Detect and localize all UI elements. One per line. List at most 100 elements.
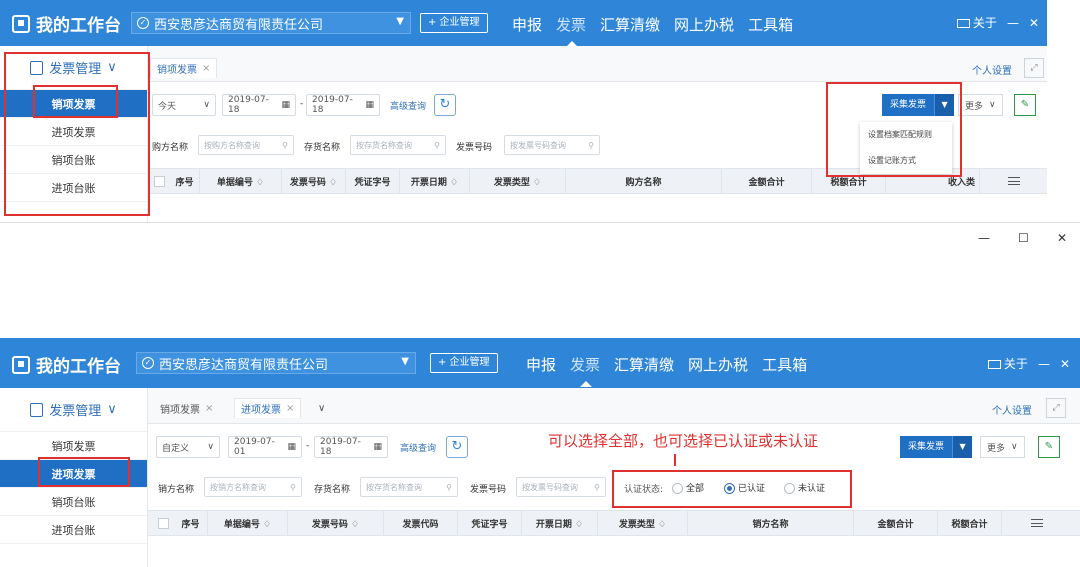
col-buyer-name[interactable]: 购方名称 [566,169,722,193]
col-amount-total[interactable]: 金额合计 [722,169,812,193]
collect-invoice-button[interactable]: 采集发票 ▼ [900,436,973,458]
nav-settlement[interactable]: 汇算清缴 [600,14,660,35]
col-voucher[interactable]: 凭证字号 [458,511,522,535]
close-icon[interactable]: × [205,403,213,414]
company-selector[interactable]: ✓ 西安思彦达商贸有限责任公司 ▼ [131,12,411,34]
enterprise-manage-button[interactable]: + 企业管理 [430,353,498,373]
minimize-button[interactable]: — [1007,16,1019,30]
collect-invoice-label[interactable]: 采集发票 [900,436,953,458]
col-invoice-date[interactable]: 开票日期 ♢ [522,511,598,535]
col-invoice-type[interactable]: 发票类型 ♢ [598,511,688,535]
expand-icon[interactable]: ⤢ [1024,58,1044,78]
date-range-select[interactable]: 今天 ∨ [152,94,216,116]
close-button[interactable]: ✕ [1029,16,1039,30]
col-index[interactable]: 序号 [170,169,200,193]
col-invoice-type[interactable]: 发票类型 ♢ [470,169,566,193]
nav-toolbox[interactable]: 工具箱 [748,14,793,35]
nav-toolbox[interactable]: 工具箱 [762,354,807,375]
invoice-number-search[interactable]: 按发票号码查询 ⚲ [516,477,606,497]
tab-label: 销项发票 [160,404,200,416]
col-invoice-number[interactable]: 发票号码 ♢ [288,511,384,535]
col-doc-number[interactable]: 单据编号 ♢ [200,169,282,193]
col-invoice-code[interactable]: 发票代码 [384,511,458,535]
search-icon: ⚲ [446,482,452,492]
about-link[interactable]: 关于 [987,355,1028,372]
company-selector[interactable]: ✓ 西安思彦达商贸有限责任公司 ▼ [136,352,416,374]
app-header: 我的工作台 ✓ 西安思彦达商贸有限责任公司 ▼ + 企业管理 申报 发票 汇算清缴 … [0,338,1080,388]
nav-invoice[interactable]: 发票 [556,14,586,47]
select-all-checkbox[interactable] [158,518,169,529]
invoice-number-search[interactable]: 按发票号码查询 ⚲ [504,135,600,155]
window-close-button[interactable]: ✕ [1057,231,1067,245]
tab-sales-invoice[interactable]: 销项发票 × [150,58,218,78]
col-voucher[interactable]: 凭证字号 [346,169,400,193]
column-settings[interactable] [980,169,1047,193]
chevron-down-icon: ∨ [989,100,996,110]
invoice-search-placeholder: 按发票号码查询 [522,482,578,492]
nav-online-tax[interactable]: 网上办税 [688,354,748,375]
calendar-icon: ▦ [287,442,296,452]
date-to-input[interactable]: 2019-07-18 ▦ [314,436,388,458]
sidebar-title: 发票管理 [49,404,102,419]
nav-online-tax[interactable]: 网上办税 [674,14,734,35]
col-index[interactable]: 序号 [174,511,208,535]
export-excel-icon[interactable]: ✎ [1014,94,1036,116]
close-button[interactable]: ✕ [1060,357,1070,371]
close-icon[interactable]: × [286,403,294,414]
goods-name-label: 存货名称 [314,485,351,495]
tab-purchase-invoice[interactable]: 进项发票 × [234,398,302,418]
window-maximize-button[interactable]: ☐ [1018,231,1029,245]
caret-down-icon[interactable]: ▼ [952,436,973,458]
sidebar-item-sales-ledger[interactable]: 销项台账 [0,488,147,516]
tab-list-dropdown[interactable]: ∨ [312,398,331,418]
minimize-button[interactable]: — [1038,357,1050,371]
tab-label: 进项发票 [241,405,281,416]
date-from-input[interactable]: 2019-07-01 ▦ [228,436,302,458]
about-link[interactable]: 关于 [956,14,997,31]
advanced-query-link[interactable]: 高级查询 [390,99,426,112]
seller-name-search[interactable]: 按销方名称查询 ⚲ [204,477,302,497]
export-excel-icon[interactable]: ✎ [1038,436,1060,458]
close-icon[interactable]: × [202,63,210,74]
search-icon: ⚲ [434,140,440,150]
sidebar-item-sales-invoice[interactable]: 销项发票 [0,432,147,460]
annotation-text: 可以选择全部，也可选择已认证或未认证 [548,432,819,450]
col-invoice-number[interactable]: 发票号码 ♢ [282,169,346,193]
check-icon: ✓ [142,357,154,369]
select-all-checkbox[interactable] [154,176,165,187]
col-invoice-date[interactable]: 开票日期 ♢ [400,169,470,193]
highlight-sales-invoice [33,85,118,118]
sidebar-header[interactable]: 发票管理 ∨ [0,388,147,432]
buyer-name-search[interactable]: 按购方名称查询 ⚲ [198,135,294,155]
goods-name-search[interactable]: 按存货名称查询 ⚲ [350,135,446,155]
column-settings-icon [1007,177,1020,185]
col-amount-total[interactable]: 金额合计 [854,511,938,535]
more-dropdown[interactable]: 更多 ∨ [980,436,1025,458]
refresh-icon[interactable]: ↻ [434,94,456,116]
personal-settings-link[interactable]: 个人设置 [992,402,1032,417]
tab-sales-invoice[interactable]: 销项发票 × [154,398,219,418]
expand-icon[interactable]: ⤢ [1046,398,1066,418]
col-tax-total[interactable]: 税额合计 [938,511,1002,535]
app-header: 我的工作台 ✓ 西安思彦达商贸有限责任公司 ▼ + 企业管理 申报 发票 汇算清缴 … [0,0,1047,47]
nav-invoice[interactable]: 发票 [570,354,600,387]
goods-name-search[interactable]: 按存货名称查询 ⚲ [360,477,458,497]
enterprise-manage-button[interactable]: + 企业管理 [420,13,488,33]
date-from-input[interactable]: 2019-07-18 ▦ [222,94,296,116]
date-range-select[interactable]: 自定义 ∨ [156,436,220,458]
more-dropdown[interactable]: 更多 ∨ [958,94,1003,116]
window-minimize-button[interactable]: — [978,231,990,245]
date-to-input[interactable]: 2019-07-18 ▦ [306,94,380,116]
advanced-query-link[interactable]: 高级查询 [400,441,436,454]
col-seller-name[interactable]: 销方名称 [688,511,854,535]
nav-declare[interactable]: 申报 [526,354,556,375]
sidebar-item-purchase-ledger[interactable]: 进项台账 [0,516,147,544]
column-settings[interactable] [1002,511,1072,535]
date-to-value: 2019-07-18 [320,437,361,457]
nav-settlement[interactable]: 汇算清缴 [614,354,674,375]
col-doc-number[interactable]: 单据编号 ♢ [208,511,288,535]
search-icon: ⚲ [290,482,296,492]
nav-declare[interactable]: 申报 [512,14,542,35]
refresh-icon[interactable]: ↻ [446,436,468,458]
personal-settings-link[interactable]: 个人设置 [972,62,1012,77]
